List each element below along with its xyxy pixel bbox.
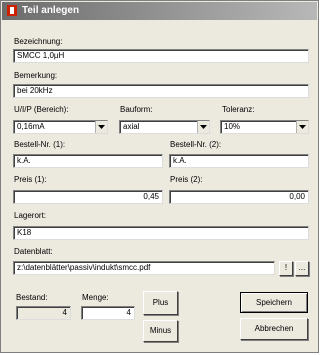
bezeichnung-label: Bezeichnung: [14, 37, 63, 46]
bestellnr1-input[interactable]: k.A. [13, 154, 163, 168]
chevron-down-icon [200, 125, 207, 129]
menge-label: Menge: [82, 293, 109, 302]
chevron-down-icon [98, 125, 105, 129]
bauform-label: Bauform: [120, 105, 153, 114]
uip-select-value: 0,16mA [17, 122, 45, 131]
title-bar[interactable]: Teil anlegen [2, 2, 317, 20]
cancel-button[interactable]: Abbrechen [240, 318, 308, 340]
chevron-down-icon [299, 125, 306, 129]
menge-input[interactable]: 4 [81, 306, 135, 320]
datenblatt-open-button[interactable]: ! [279, 261, 293, 276]
bemerkung-label: Bemerkung: [14, 71, 58, 80]
toleranz-dropdown-button[interactable] [296, 121, 308, 133]
bestellnr2-input[interactable]: k.A. [169, 154, 309, 168]
preis1-input[interactable]: 0,45 [13, 190, 163, 204]
toleranz-select-value: 10% [224, 122, 241, 131]
uip-label: U/I/P (Bereich): [14, 105, 69, 114]
lagerort-input[interactable]: K18 [13, 226, 309, 240]
uip-dropdown-button[interactable] [95, 121, 107, 133]
lagerort-label: Lagerort: [14, 211, 47, 220]
preis2-label: Preis (2): [170, 175, 203, 184]
app-icon [7, 5, 17, 16]
toleranz-select[interactable]: 10% [220, 120, 309, 134]
bestand-value: 4 [16, 306, 71, 320]
dialog-window: Teil anlegen Bezeichnung: SMCC 1,0µH Bem… [0, 0, 319, 353]
plus-button[interactable]: Plus [143, 291, 178, 315]
bestellnr1-label: Bestell-Nr. (1): [14, 140, 66, 149]
bauform-select-value: axial [123, 122, 140, 131]
bestand-label: Bestand: [16, 293, 48, 302]
save-button[interactable]: Speichern [240, 292, 308, 313]
toleranz-label: Toleranz: [222, 105, 255, 114]
datenblatt-label: Datenblatt: [14, 247, 53, 256]
uip-select[interactable]: 0,16mA [13, 120, 108, 134]
bemerkung-input[interactable]: bei 20kHz [13, 84, 309, 98]
preis2-input[interactable]: 0,00 [169, 190, 309, 204]
bauform-dropdown-button[interactable] [197, 121, 209, 133]
datenblatt-browse-button[interactable]: ... [295, 261, 309, 276]
preis1-label: Preis (1): [14, 175, 47, 184]
minus-button[interactable]: Minus [143, 320, 178, 342]
bestellnr2-label: Bestell-Nr. (2): [170, 140, 222, 149]
bezeichnung-input[interactable]: SMCC 1,0µH [13, 49, 309, 63]
bauform-select[interactable]: axial [119, 120, 210, 134]
window-title: Teil anlegen [22, 5, 80, 16]
datenblatt-input[interactable]: z:\datenblätter\passiv\indukt\smcc.pdf [13, 261, 275, 275]
